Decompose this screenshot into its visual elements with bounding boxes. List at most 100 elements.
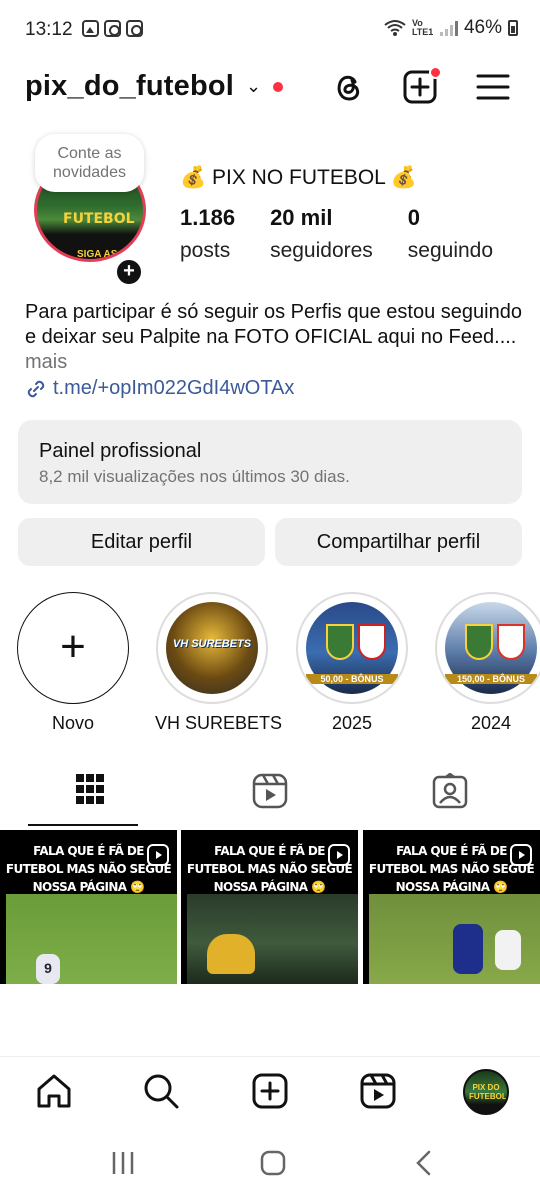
brazil-crest-icon	[465, 624, 493, 660]
highlight-bonus-text: 50,00 - BÔNUS	[306, 674, 398, 684]
bio-body: Para participar é só seguir os Perfis qu…	[25, 301, 522, 348]
profile-link-text[interactable]: t.me/+opIm022GdI4wOTAx	[53, 377, 294, 400]
grid-icon	[76, 774, 104, 804]
stat-posts[interactable]: 1.186 posts	[180, 205, 235, 263]
edit-profile-button[interactable]: Editar perfil	[18, 518, 265, 566]
search-icon[interactable]	[141, 1071, 181, 1111]
profile-tabs	[0, 760, 540, 828]
status-bar: 13:12 Vo LTE1 46%	[0, 0, 540, 60]
panel-subtitle: 8,2 mil visualizações nos últimos 30 dia…	[39, 467, 350, 486]
player-figure	[495, 930, 521, 970]
signal-icon	[439, 20, 458, 36]
notification-icons	[82, 20, 143, 37]
instagram-icon	[104, 20, 121, 37]
post-image	[187, 894, 358, 984]
profile-stats: 1.186 posts 20 mil seguidores 0 seguindo	[180, 205, 528, 263]
player-figure	[207, 934, 255, 974]
stat-label: posts	[180, 239, 231, 262]
professional-dashboard[interactable]: Painel profissional 8,2 mil visualizaçõe…	[18, 420, 522, 504]
reels-icon	[510, 844, 532, 866]
posts-grid: FALA QUE É FÃ DE FUTEBOL MAS NÃO SEGUE N…	[0, 830, 540, 984]
home-icon[interactable]	[34, 1071, 74, 1111]
back-icon[interactable]	[414, 1150, 434, 1176]
username-switcher[interactable]: pix_do_futebol	[25, 70, 234, 103]
highlight-label: Novo	[51, 713, 95, 733]
england-crest-icon	[497, 624, 525, 660]
stat-value: 1.186	[180, 205, 236, 230]
status-right: Vo LTE1 46%	[384, 17, 518, 39]
chevron-down-icon[interactable]: ⌄	[246, 76, 261, 97]
tab-tagged[interactable]	[360, 760, 540, 828]
display-name: 💰 PIX NO FUTEBOL 💰	[180, 166, 418, 189]
player-figure	[453, 924, 483, 974]
plus-icon: +	[60, 622, 86, 671]
reels-icon	[147, 844, 169, 866]
system-nav	[0, 1130, 540, 1200]
wifi-icon	[384, 20, 406, 36]
reels-icon	[328, 844, 350, 866]
active-tab-indicator	[28, 824, 138, 826]
profile-header: pix_do_futebol ⌄	[0, 62, 540, 112]
stat-value: 20 mil	[270, 205, 333, 230]
volte-icon: Vo LTE1	[411, 18, 434, 37]
bio-more-link[interactable]: mais	[25, 351, 67, 373]
threads-icon[interactable]	[329, 68, 367, 106]
new-highlight-circle[interactable]: +	[17, 592, 129, 704]
post-thumbnail[interactable]: FALA QUE É FÃ DE FUTEBOL MAS NÃO SEGUE N…	[0, 830, 177, 984]
post-image	[369, 894, 540, 984]
highlight-vh-surebets[interactable]: VH SUREBETS VH SUREBETS	[155, 592, 283, 734]
recent-apps-icon[interactable]	[110, 1150, 136, 1176]
brazil-crest-icon	[326, 624, 354, 660]
player-number: 9	[44, 960, 52, 976]
highlight-label: 2024	[470, 713, 512, 733]
home-button-icon[interactable]	[260, 1150, 286, 1176]
stat-value: 0	[407, 205, 421, 230]
bottom-nav: PIX DO FUTEBOL	[0, 1056, 540, 1128]
highlight-label: VH SUREBETS	[155, 713, 283, 733]
highlight-label: 2025	[331, 713, 373, 733]
battery-percent: 46%	[463, 17, 502, 38]
status-time: 13:12	[25, 19, 73, 40]
post-thumbnail[interactable]: FALA QUE É FÃ DE FUTEBOL MAS NÃO SEGUE N…	[181, 830, 358, 984]
tab-reels[interactable]	[180, 760, 360, 828]
highlight-circle[interactable]: VH SUREBETS	[156, 592, 268, 704]
paraguay-crest-icon	[358, 624, 386, 660]
tab-posts-grid[interactable]	[0, 760, 180, 828]
nav-avatar-text: PIX DO FUTEBOL	[469, 1083, 507, 1101]
post-thumbnail[interactable]: FALA QUE É FÃ DE FUTEBOL MAS NÃO SEGUE N…	[363, 830, 540, 984]
link-icon	[27, 380, 45, 397]
share-profile-button[interactable]: Compartilhar perfil	[275, 518, 522, 566]
profile-avatar[interactable]: FUTEBOL SIGA AS REGRAS +	[34, 158, 146, 287]
menu-icon[interactable]	[474, 68, 512, 106]
stat-label: seguidores	[270, 239, 373, 262]
reels-icon[interactable]	[358, 1071, 398, 1111]
instagram-icon	[126, 20, 143, 37]
tagged-icon	[432, 773, 468, 809]
highlight-new[interactable]: + Novo	[16, 592, 130, 734]
highlight-circle[interactable]: 150,00 - BÔNUS	[435, 592, 540, 704]
post-image: 9	[6, 894, 177, 984]
highlight-image: 150,00 - BÔNUS	[445, 602, 537, 694]
account-notification-dot	[273, 82, 283, 92]
stat-label: seguindo	[407, 239, 494, 262]
highlight-2025[interactable]: 50,00 - BÔNUS 2025	[295, 592, 409, 734]
highlight-bonus-text: 150,00 - BÔNUS	[445, 674, 537, 684]
battery-icon	[508, 20, 518, 36]
highlight-circle[interactable]: 50,00 - BÔNUS	[296, 592, 408, 704]
reels-icon	[252, 773, 288, 809]
add-story-button[interactable]: +	[114, 257, 144, 287]
avatar-text: FUTEBOL	[63, 211, 135, 227]
note-bubble[interactable]: Conte as novidades	[35, 134, 144, 192]
stat-followers[interactable]: 20 mil seguidores	[270, 205, 373, 263]
create-icon[interactable]	[250, 1071, 290, 1111]
highlight-2024[interactable]: 150,00 - BÔNUS 2024	[434, 592, 540, 734]
profile-avatar[interactable]: PIX DO FUTEBOL	[463, 1069, 509, 1115]
profile-link[interactable]: t.me/+opIm022GdI4wOTAx	[25, 377, 294, 400]
highlight-image: VH SUREBETS	[166, 602, 258, 694]
bio-text: Para participar é só seguir os Perfis qu…	[25, 300, 525, 375]
panel-title: Painel profissional	[39, 440, 202, 462]
stat-following[interactable]: 0 seguindo	[408, 205, 493, 263]
highlight-image: 50,00 - BÔNUS	[306, 602, 398, 694]
highlight-image-text: VH SUREBETS	[172, 638, 252, 650]
gallery-icon	[82, 20, 99, 37]
